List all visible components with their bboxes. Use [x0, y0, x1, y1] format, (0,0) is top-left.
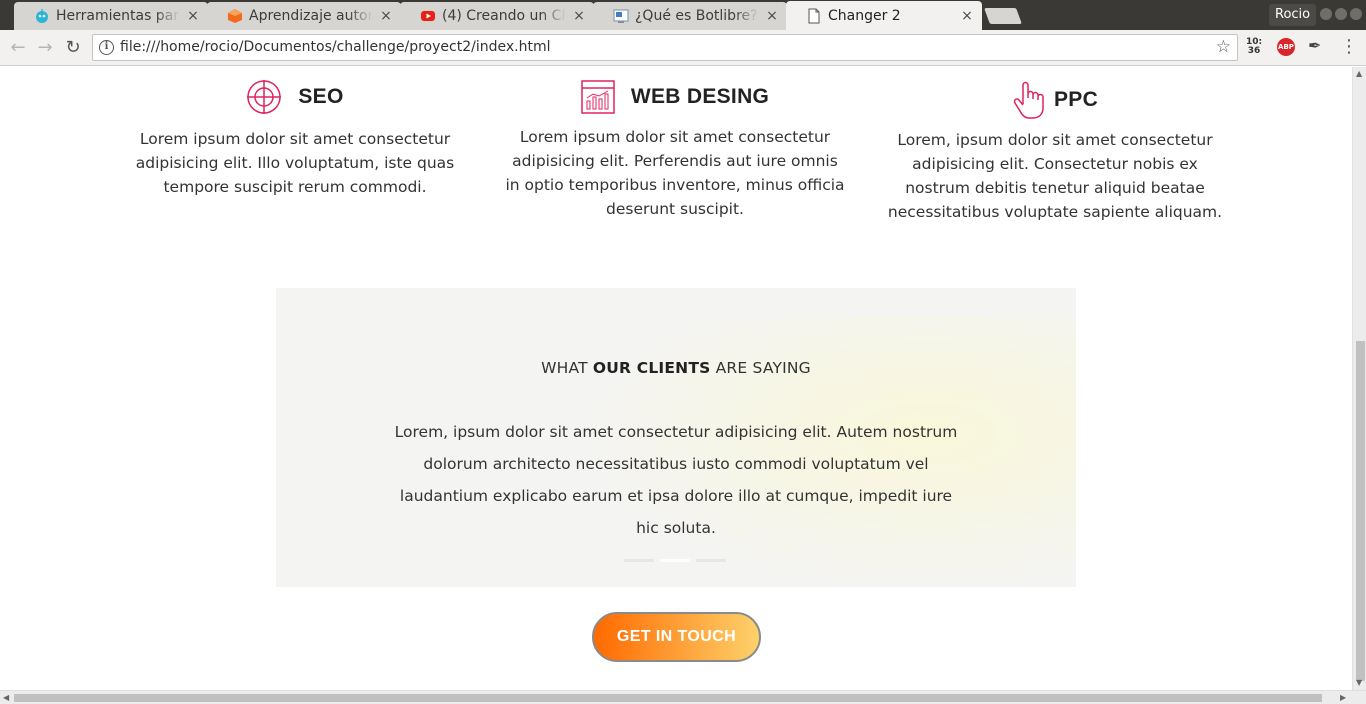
- close-window-button[interactable]: [1350, 8, 1362, 20]
- maximize-button[interactable]: [1335, 8, 1347, 20]
- service-header: PPC: [880, 67, 1230, 133]
- star-icon[interactable]: ☆: [1216, 37, 1231, 57]
- page-viewport: SEO Lorem ipsum dolor sit amet consectet…: [0, 67, 1352, 690]
- service-text: Lorem, ipsum dolor sit amet consectetur …: [887, 131, 1223, 221]
- tab-strip: Herramientas para n × Aprendizaje automá…: [0, 0, 1366, 30]
- service-seo: SEO Lorem ipsum dolor sit amet consectet…: [135, 67, 455, 199]
- tab-changer[interactable]: Changer 2 ×: [786, 1, 982, 30]
- heading-bold: OUR CLIENTS: [592, 359, 711, 377]
- testimonial-section: WHAT OUR CLIENTS ARE SAYING Lorem, ipsum…: [276, 288, 1076, 587]
- service-header: SEO: [135, 67, 455, 127]
- scrollbar-thumb[interactable]: [14, 694, 1322, 702]
- menu-icon[interactable]: ⋮: [1340, 36, 1358, 58]
- minimize-button[interactable]: [1320, 8, 1332, 20]
- bot-icon: [613, 9, 629, 23]
- testimonial-quote: Lorem, ipsum dolor sit amet consectetur …: [394, 423, 958, 537]
- profile-button[interactable]: Rocio: [1269, 4, 1317, 26]
- page-icon: [808, 8, 820, 23]
- tab-title: Aprendizaje automá: [249, 8, 373, 24]
- new-tab-button[interactable]: [984, 8, 1022, 24]
- scroll-up-icon[interactable]: ▲: [1356, 69, 1362, 78]
- close-icon[interactable]: ×: [186, 8, 200, 24]
- url-text[interactable]: file:///home/rocio/Documentos/challenge/…: [120, 39, 550, 55]
- robot-icon: [36, 9, 48, 23]
- service-text: Lorem ipsum dolor sit amet consectetur a…: [505, 128, 845, 218]
- close-icon[interactable]: ×: [765, 8, 779, 24]
- testimonial-heading: WHAT OUR CLIENTS ARE SAYING: [276, 359, 1076, 377]
- window-controls: [1320, 8, 1362, 20]
- back-button[interactable]: ←: [7, 37, 29, 59]
- address-bar[interactable]: i file:///home/rocio/Documentos/challeng…: [92, 34, 1238, 61]
- scrollbar-thumb[interactable]: [1356, 341, 1365, 681]
- service-text: Lorem ipsum dolor sit amet consectetur a…: [135, 130, 455, 196]
- eyedropper-icon[interactable]: ✒: [1308, 36, 1321, 55]
- tab-aprendizaje[interactable]: Aprendizaje automá ×: [207, 2, 401, 30]
- adblock-icon[interactable]: ABP: [1277, 38, 1295, 56]
- carousel-dot[interactable]: [696, 559, 726, 562]
- pointer-hand-icon: [1013, 81, 1044, 119]
- heading-post: ARE SAYING: [710, 359, 811, 377]
- carousel-indicators: [624, 559, 726, 562]
- carousel-dot[interactable]: [624, 559, 654, 562]
- scroll-down-icon[interactable]: ▼: [1356, 678, 1362, 687]
- service-header: WEB DESING: [505, 67, 845, 127]
- close-icon[interactable]: ×: [572, 8, 586, 24]
- tab-botlibre[interactable]: ¿Qué es Botlibre? – ×: [593, 2, 787, 30]
- tab-title: (4) Creando un Chat: [442, 8, 566, 24]
- heading-pre: WHAT: [541, 359, 593, 377]
- close-icon[interactable]: ×: [379, 8, 393, 24]
- forward-button[interactable]: →: [34, 37, 56, 59]
- tab-title: Herramientas para n: [56, 8, 180, 24]
- tab-herramientas[interactable]: Herramientas para n ×: [14, 2, 208, 30]
- clock-extension[interactable]: 10: 36: [1246, 38, 1262, 56]
- scroll-right-icon[interactable]: ▶: [1340, 693, 1346, 702]
- tab-youtube[interactable]: (4) Creando un Chat ×: [400, 2, 594, 30]
- youtube-icon: [421, 11, 435, 21]
- clock-minutes: 36: [1247, 46, 1261, 56]
- info-icon[interactable]: i: [99, 40, 114, 55]
- service-title: WEB DESING: [630, 85, 770, 108]
- tab-title: Changer 2: [828, 7, 901, 24]
- close-icon[interactable]: ×: [960, 8, 974, 24]
- browser-toolbar: ← → ↻ i file:///home/rocio/Documentos/ch…: [0, 30, 1366, 66]
- vertical-scrollbar[interactable]: ▲ ▼: [1352, 67, 1366, 690]
- cube-icon: [228, 9, 242, 23]
- horizontal-scrollbar[interactable]: ◀ ▶: [0, 690, 1366, 704]
- service-ppc: PPC Lorem, ipsum dolor sit amet consecte…: [880, 67, 1230, 224]
- target-icon: [247, 80, 282, 114]
- service-web-design: WEB DESING Lorem ipsum dolor sit amet co…: [505, 67, 845, 221]
- service-title: SEO: [298, 85, 344, 108]
- get-in-touch-button[interactable]: GET IN TOUCH: [592, 612, 761, 662]
- scroll-left-icon[interactable]: ◀: [3, 693, 9, 702]
- reload-button[interactable]: ↻: [62, 37, 84, 59]
- carousel-dot[interactable]: [660, 559, 690, 562]
- service-title: PPC: [1053, 88, 1099, 111]
- tab-title: ¿Qué es Botlibre? –: [635, 8, 759, 24]
- web-chart-icon: [581, 80, 615, 114]
